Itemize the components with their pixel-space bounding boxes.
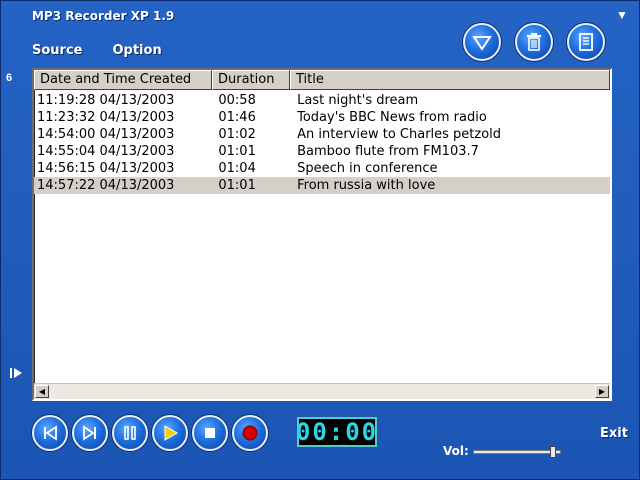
app-window: MP3 Recorder XP 1.9 ▼ Source Option 6 Da… [0,0,640,480]
row-title: Today's BBC News from radio [297,110,487,125]
scroll-left-icon[interactable]: ◀ [35,385,49,398]
row-title: Bamboo flute from FM103.7 [297,144,479,159]
column-header-title[interactable]: Title [290,70,610,90]
transport-controls [32,415,268,451]
delete-button[interactable] [515,23,553,61]
row-created: 14:56:15 04/13/2003 [37,161,175,176]
volume-label: Vol: [443,444,469,458]
window-title: MP3 Recorder XP 1.9 [32,9,175,23]
trash-icon [527,33,541,51]
next-icon [83,425,96,441]
down-triangle-icon [472,36,492,51]
previous-icon [44,425,57,441]
table-row[interactable]: 14:55:04 04/13/2003 01:01 Bamboo flute f… [34,143,610,160]
pause-icon [124,426,136,440]
side-play-icon[interactable] [9,366,23,378]
details-button[interactable] [567,23,605,61]
horizontal-scrollbar[interactable]: ◀ ▶ [34,383,610,399]
pause-button[interactable] [112,415,148,451]
menu-item-option[interactable]: Option [112,43,161,58]
download-button[interactable] [463,23,501,61]
next-button[interactable] [72,415,108,451]
volume-slider[interactable] [473,446,561,458]
volume-slider-thumb[interactable] [550,446,556,458]
table-row[interactable]: 11:23:32 04/13/2003 01:46 Today's BBC Ne… [34,109,610,126]
stop-icon [205,428,215,438]
row-duration: 01:02 [218,127,256,142]
row-duration: 01:01 [218,144,256,159]
row-title: Speech in conference [297,161,438,176]
list-header: Date and Time Created Duration Title [34,70,610,90]
row-created: 11:19:28 04/13/2003 [37,93,175,108]
column-header-created[interactable]: Date and Time Created [34,70,212,90]
row-duration: 00:58 [218,93,256,108]
row-duration: 01:01 [218,178,256,193]
previous-button[interactable] [32,415,68,451]
list-rows: 11:19:28 04/13/2003 00:58 Last night's d… [34,90,610,194]
scroll-right-icon[interactable]: ▶ [595,385,609,398]
row-duration: 01:04 [218,161,256,176]
row-title: An interview to Charles petzold [297,127,502,142]
stop-button[interactable] [192,415,228,451]
recordings-list[interactable]: Date and Time Created Duration Title 11:… [32,68,612,401]
column-header-duration[interactable]: Duration [212,70,290,90]
document-icon [579,33,593,51]
row-title: From russia with love [297,178,436,193]
row-created: 14:55:04 04/13/2003 [37,144,175,159]
minimize-icon[interactable]: ▼ [615,9,629,21]
menu-bar: Source Option [32,43,162,58]
table-row-selected[interactable]: 14:57:22 04/13/2003 01:01 From russia wi… [34,177,610,194]
record-button[interactable] [232,415,268,451]
table-row[interactable]: 11:19:28 04/13/2003 00:58 Last night's d… [34,92,610,109]
item-count: 6 [6,72,13,84]
row-created: 14:57:22 04/13/2003 [37,178,175,193]
row-duration: 01:46 [218,110,256,125]
play-button[interactable] [152,415,188,451]
table-row[interactable]: 14:56:15 04/13/2003 01:04 Speech in conf… [34,160,610,177]
row-created: 11:23:32 04/13/2003 [37,110,175,125]
record-icon [242,425,258,441]
play-icon [164,425,178,441]
row-created: 14:54:00 04/13/2003 [37,127,175,142]
row-title: Last night's dream [297,93,419,108]
exit-button[interactable]: Exit [600,426,628,441]
time-display: 00:00 [295,417,379,447]
menu-item-source[interactable]: Source [32,43,82,58]
table-row[interactable]: 14:54:00 04/13/2003 01:02 An interview t… [34,126,610,143]
